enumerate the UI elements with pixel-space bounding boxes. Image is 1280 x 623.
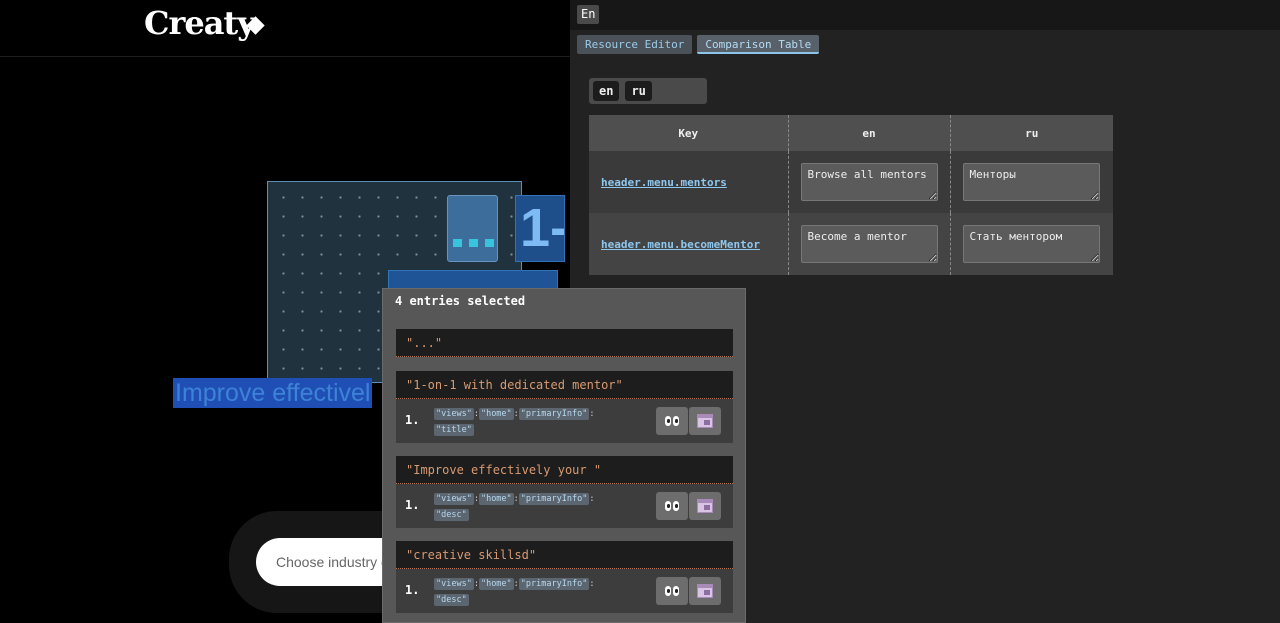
path-token: "home" [478, 578, 514, 590]
reveal-button[interactable] [656, 492, 688, 520]
entry-text[interactable]: "Improve effectively your " [396, 456, 733, 484]
open-editor-button[interactable] [689, 492, 721, 520]
entry-index: 1. [405, 498, 420, 512]
path-token: "home" [478, 408, 514, 420]
resource-key-link[interactable]: header.menu.becomeMentor [601, 238, 760, 251]
table-row: header.menu.becomeMentor Become a mentor… [589, 213, 1113, 275]
entry-text[interactable]: "creative skillsd" [396, 541, 733, 569]
column-header-key: Key [589, 115, 789, 151]
eyes-icon [673, 501, 679, 511]
panel-topbar: En [570, 0, 1280, 30]
path-token: "home" [478, 493, 514, 505]
entry-text[interactable]: "..." [396, 329, 733, 357]
en-translation-field[interactable]: Browse all mentors [800, 163, 938, 201]
key-cell: header.menu.becomeMentor [589, 213, 789, 275]
path-separator: : [589, 579, 595, 589]
path-token: "views" [434, 493, 474, 505]
ru-cell: Стать ментором [950, 213, 1113, 275]
reveal-button[interactable] [656, 577, 688, 605]
entry-source: 1. "views": "home": "primaryInfo": "desc" [396, 569, 733, 613]
reveal-button[interactable] [656, 407, 688, 435]
panel-tabs: Resource Editor Comparison Table [577, 35, 820, 54]
table-row: header.menu.mentors Browse all mentors М… [589, 151, 1113, 213]
eyes-icon [665, 501, 671, 511]
entry-card: "creative skillsd" 1. "views": "home": "pr… [396, 541, 733, 613]
resource-path: "views": "home": "primaryInfo": "desc" [434, 491, 654, 523]
window-icon [697, 584, 713, 598]
en-translation-field[interactable]: Become a mentor [800, 225, 938, 263]
path-token: "views" [434, 578, 474, 590]
entry-card: "..." [396, 329, 733, 357]
entry-index: 1. [405, 413, 420, 427]
eyes-icon [673, 416, 679, 426]
site-header: Creaty [0, 0, 570, 57]
path-token: "primaryInfo" [518, 578, 590, 590]
number-tile: 1- [515, 195, 565, 262]
open-editor-button[interactable] [689, 407, 721, 435]
resource-path: "views": "home": "primaryInfo": "desc" [434, 576, 654, 608]
path-separator: : [589, 409, 595, 419]
resource-key-link[interactable]: header.menu.mentors [601, 176, 727, 189]
comparison-table: Key en ru header.menu.mentors Browse all… [589, 115, 1113, 275]
path-token: "primaryInfo" [518, 408, 590, 420]
path-separator: : [589, 494, 595, 504]
tab-comparison-table[interactable]: Comparison Table [697, 35, 820, 54]
resource-path: "views": "home": "primaryInfo": "title" [434, 406, 654, 438]
entry-source: 1. "views": "home": "primaryInfo": "desc" [396, 484, 733, 528]
window-icon [697, 414, 713, 428]
eyes-icon [673, 586, 679, 596]
entry-card: "Improve effectively your " 1. "views": "… [396, 456, 733, 528]
en-cell: Browse all mentors [788, 151, 951, 213]
open-editor-button[interactable] [689, 577, 721, 605]
path-token: "views" [434, 408, 474, 420]
ellipsis-tile [447, 195, 498, 262]
column-header-en: en [788, 115, 951, 151]
entry-source: 1. "views": "home": "primaryInfo": "title" [396, 399, 733, 443]
popup-title: 4 entries selected [395, 294, 526, 308]
key-cell: header.menu.mentors [589, 151, 789, 213]
path-token: "desc" [434, 509, 469, 521]
path-token: "primaryInfo" [518, 493, 590, 505]
column-header-ru: ru [950, 115, 1113, 151]
tab-resource-editor[interactable]: Resource Editor [577, 35, 693, 54]
entry-card: "1-on-1 with dedicated mentor" 1. "views… [396, 371, 733, 443]
hero-description: Improve effectivel [173, 378, 373, 408]
selected-entries-popup: 4 entries selected "..." "1-on-1 with de… [382, 288, 746, 623]
site-logo[interactable]: Creaty [144, 4, 256, 42]
window-icon [697, 499, 713, 513]
locale-ru-chip[interactable]: ru [625, 81, 652, 101]
en-cell: Become a mentor [788, 213, 951, 275]
entry-text[interactable]: "1-on-1 with dedicated mentor" [396, 371, 733, 399]
table-header-row: Key en ru [589, 115, 1113, 151]
ru-cell: Менторы [950, 151, 1113, 213]
ru-translation-field[interactable]: Стать ментором [962, 225, 1100, 263]
eyes-icon [665, 416, 671, 426]
locale-filter-bar: en ru [589, 78, 707, 104]
language-switcher[interactable]: En [577, 5, 600, 24]
path-token: "desc" [434, 594, 469, 606]
ru-translation-field[interactable]: Менторы [962, 163, 1100, 201]
path-token: "title" [434, 424, 474, 436]
eyes-icon [665, 586, 671, 596]
locale-en-chip[interactable]: en [593, 81, 620, 101]
entry-index: 1. [405, 583, 420, 597]
